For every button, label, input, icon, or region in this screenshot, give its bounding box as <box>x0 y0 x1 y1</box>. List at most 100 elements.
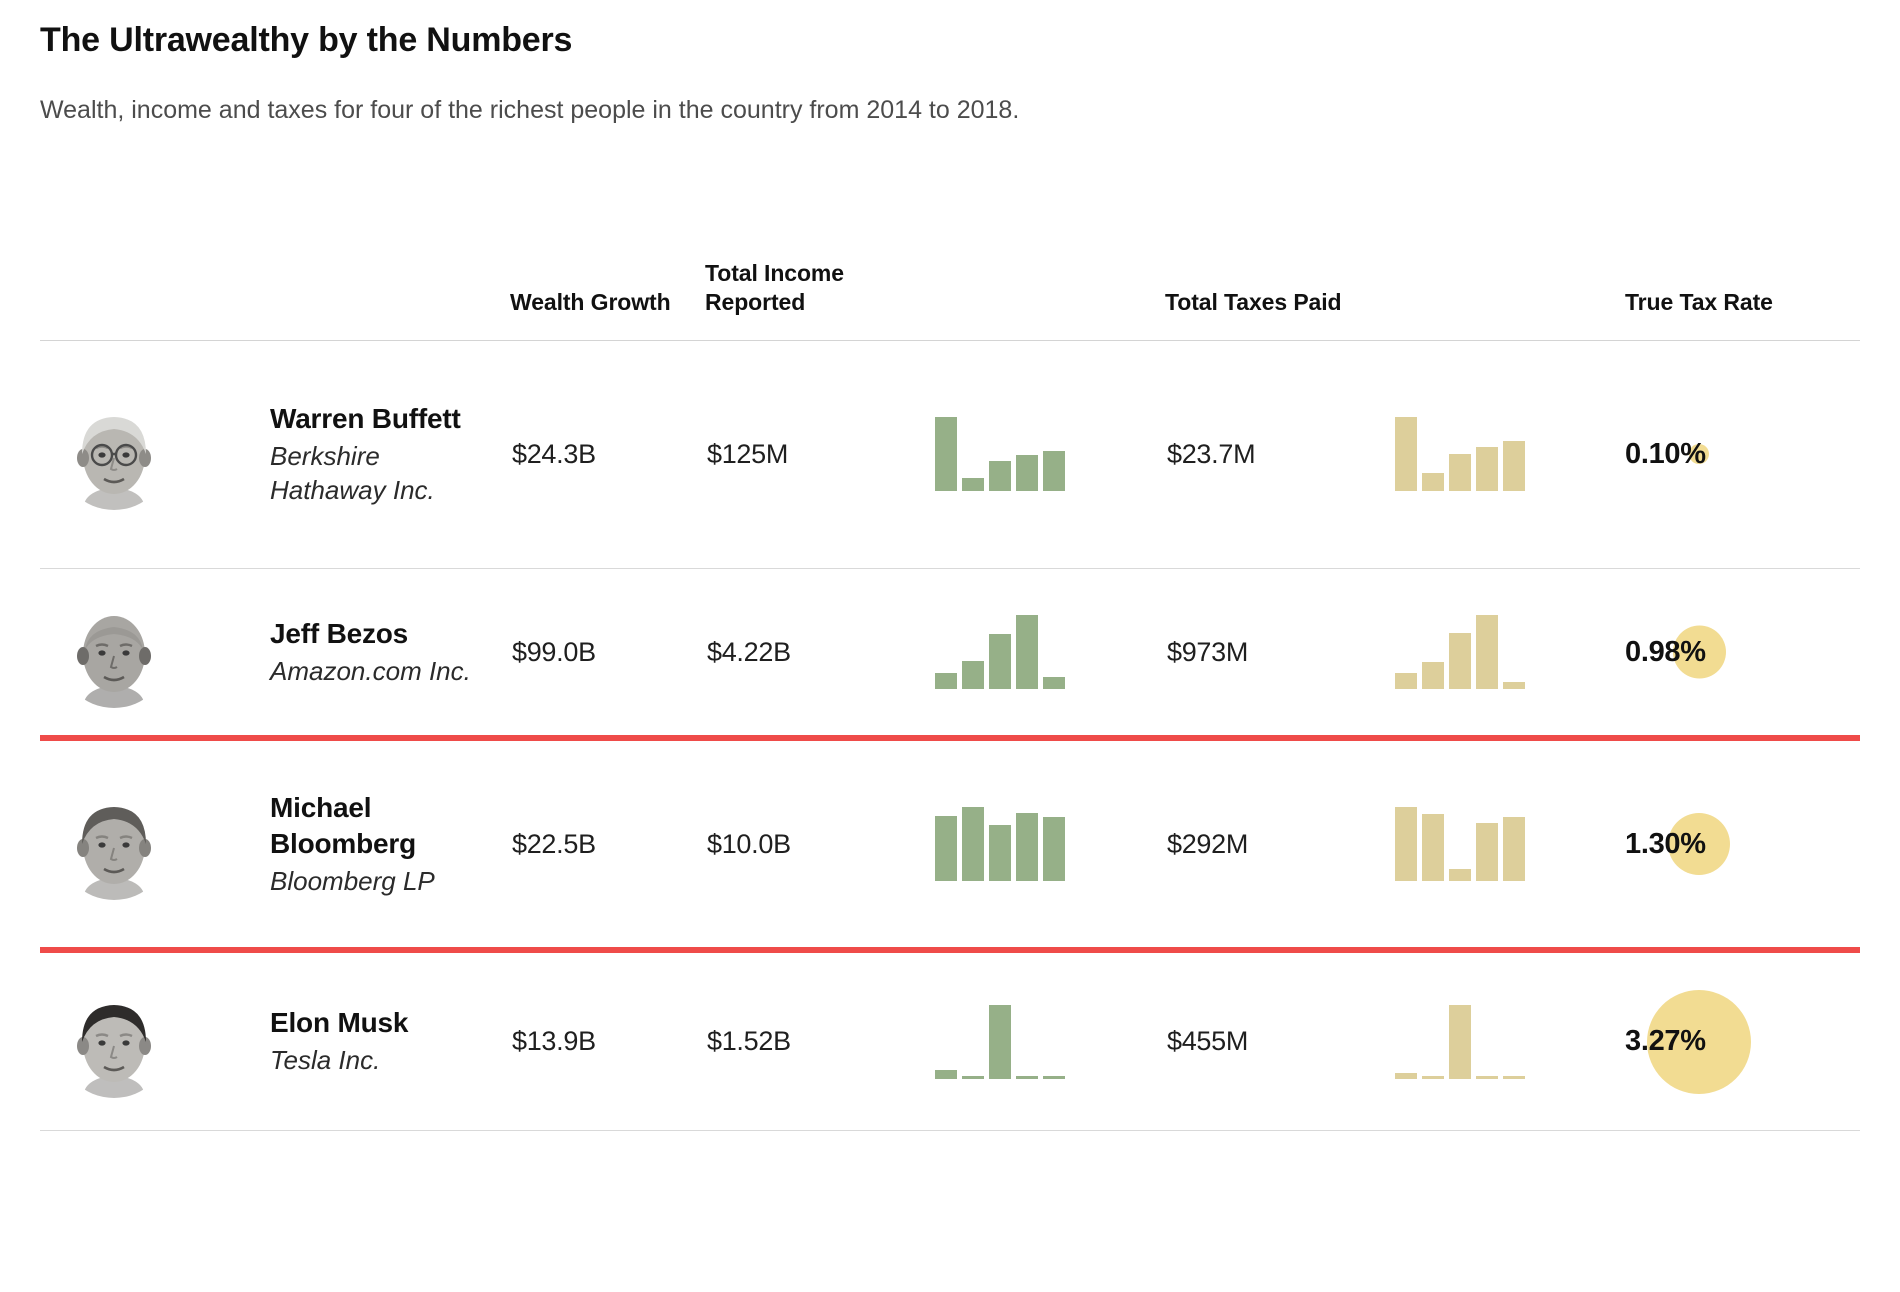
income-sparkline-bar <box>935 816 957 882</box>
column-header-name <box>270 259 510 341</box>
column-header-total-income-reported: Total Income Reported <box>705 259 935 341</box>
table-row[interactable]: Elon Musk Tesla Inc. $13.9B $1.52B $455M 3.27… <box>40 950 1860 1131</box>
column-header-total-taxes-paid: Total Taxes Paid <box>1165 259 1395 341</box>
true-tax-rate-wrap: 3.27% <box>1625 982 1840 1102</box>
column-header-taxes-sparkline <box>1395 259 1625 341</box>
table-row[interactable]: Michael Bloomberg Bloomberg LP $22.5B $10.0… <box>40 735 1860 954</box>
column-header-wealth-growth: Wealth Growth <box>510 259 705 341</box>
person-company: Amazon.com Inc. <box>270 655 471 686</box>
row-wealth-growth-cell: $24.3B <box>510 340 705 569</box>
taxes-sparkline-bar <box>1449 454 1471 492</box>
income-sparkline-bar <box>1043 677 1065 690</box>
wealth-growth-value: $22.5B <box>512 828 596 859</box>
true-tax-rate-value: 3.27% <box>1625 1025 1706 1058</box>
row-total-income-cell: $10.0B <box>705 735 935 954</box>
row-total-income-cell: $125M <box>705 340 935 569</box>
row-wealth-growth-cell: $13.9B <box>510 950 705 1131</box>
taxes-sparkline-bar <box>1503 1075 1525 1079</box>
income-sparkline-bar <box>989 461 1011 492</box>
true-tax-rate-wrap: 0.98% <box>1625 592 1840 712</box>
row-true-tax-rate-cell: 0.98% <box>1625 568 1860 739</box>
person-company: Berkshire Hathaway Inc. <box>270 441 435 506</box>
taxes-sparkline-bar <box>1422 1075 1444 1079</box>
row-true-tax-rate-cell: 1.30% <box>1625 735 1860 954</box>
person-name: Jeff Bezos <box>270 617 409 649</box>
wealth-growth-value: $99.0B <box>512 636 596 667</box>
true-tax-rate-wrap: 1.30% <box>1625 784 1840 904</box>
row-total-taxes-cell: $23.7M <box>1165 340 1395 569</box>
column-header-income-sparkline <box>935 259 1165 341</box>
income-sparkline-bar <box>1043 817 1065 882</box>
taxes-sparkline-bar <box>1449 633 1471 690</box>
row-photo-cell <box>40 568 270 739</box>
row-income-sparkline-cell <box>935 950 1165 1131</box>
row-name-cell: Warren Buffett Berkshire Hathaway Inc. <box>270 340 510 569</box>
true-tax-rate-wrap: 0.10% <box>1625 394 1840 514</box>
avatar <box>58 596 170 709</box>
income-sparkline-bar <box>1043 1075 1065 1079</box>
total-taxes-value: $455M <box>1167 1026 1249 1057</box>
row-income-sparkline-cell <box>935 340 1165 569</box>
taxes-sparkline-bar <box>1449 869 1471 882</box>
row-photo-cell <box>40 735 270 954</box>
income-sparkline-bar <box>935 417 957 492</box>
wealth-growth-value: $13.9B <box>512 1026 596 1057</box>
taxes-sparkline-bar <box>1422 662 1444 690</box>
row-wealth-growth-cell: $99.0B <box>510 568 705 739</box>
total-taxes-value: $973M <box>1167 636 1249 667</box>
income-sparkline-bar <box>962 478 984 492</box>
income-sparkline-bar <box>935 673 957 690</box>
row-total-income-cell: $1.52B <box>705 950 935 1131</box>
person-company: Tesla Inc. <box>270 1045 381 1076</box>
table-row[interactable]: Jeff Bezos Amazon.com Inc. $99.0B $4.22B $97… <box>40 568 1860 739</box>
person-name: Warren Buffett <box>270 402 461 434</box>
income-sparkline-bar <box>1016 813 1038 882</box>
taxes-sparkline-bar <box>1476 823 1498 882</box>
row-taxes-sparkline-cell <box>1395 568 1625 739</box>
taxes-sparkline-bar <box>1422 814 1444 882</box>
taxes-sparkline-bar <box>1476 615 1498 690</box>
true-tax-rate-value: 0.10% <box>1625 437 1706 470</box>
row-true-tax-rate-cell: 0.10% <box>1625 340 1860 569</box>
income-sparkline-bar <box>962 807 984 882</box>
true-tax-rate-value: 1.30% <box>1625 827 1706 860</box>
table-body: Warren Buffett Berkshire Hathaway Inc. $24… <box>40 340 1860 1131</box>
total-income-value: $1.52B <box>707 1026 791 1057</box>
total-income-value: $10.0B <box>707 828 791 859</box>
row-total-taxes-cell: $455M <box>1165 950 1395 1131</box>
taxes-sparkline-bar <box>1476 1075 1498 1079</box>
row-income-sparkline-cell <box>935 568 1165 739</box>
row-name-cell: Michael Bloomberg Bloomberg LP <box>270 735 510 954</box>
income-sparkline-bar <box>962 1075 984 1079</box>
table-row[interactable]: Warren Buffett Berkshire Hathaway Inc. $24… <box>40 340 1860 569</box>
avatar <box>58 788 170 901</box>
total-taxes-value: $23.7M <box>1167 438 1256 469</box>
taxes-sparkline <box>1395 417 1525 492</box>
row-photo-cell <box>40 340 270 569</box>
row-total-income-cell: $4.22B <box>705 568 935 739</box>
income-sparkline <box>935 1004 1065 1079</box>
total-income-value: $4.22B <box>707 636 791 667</box>
total-income-value: $125M <box>707 438 789 469</box>
avatar <box>58 398 170 511</box>
income-sparkline-bar <box>989 1004 1011 1079</box>
income-sparkline-bar <box>935 1069 957 1079</box>
page-title: The Ultrawealthy by the Numbers <box>40 21 573 59</box>
taxes-sparkline-bar <box>1503 817 1525 882</box>
taxes-sparkline <box>1395 1004 1525 1079</box>
taxes-sparkline-bar <box>1395 417 1417 492</box>
table-header: Wealth Growth Total Income Reported Tota… <box>40 259 1860 341</box>
taxes-sparkline <box>1395 807 1525 882</box>
income-sparkline-bar <box>1043 451 1065 492</box>
taxes-sparkline <box>1395 615 1525 690</box>
row-taxes-sparkline-cell <box>1395 950 1625 1131</box>
row-total-taxes-cell: $292M <box>1165 735 1395 954</box>
income-sparkline <box>935 417 1065 492</box>
person-company: Bloomberg LP <box>270 865 435 896</box>
ultrawealthy-table: Wealth Growth Total Income Reported Tota… <box>40 259 1860 1131</box>
row-taxes-sparkline-cell <box>1395 735 1625 954</box>
row-name-cell: Elon Musk Tesla Inc. <box>270 950 510 1131</box>
income-sparkline-bar <box>962 661 984 690</box>
ultrawealthy-table-page: The Ultrawealthy by the Numbers Wealth, … <box>0 0 1900 1292</box>
row-total-taxes-cell: $973M <box>1165 568 1395 739</box>
